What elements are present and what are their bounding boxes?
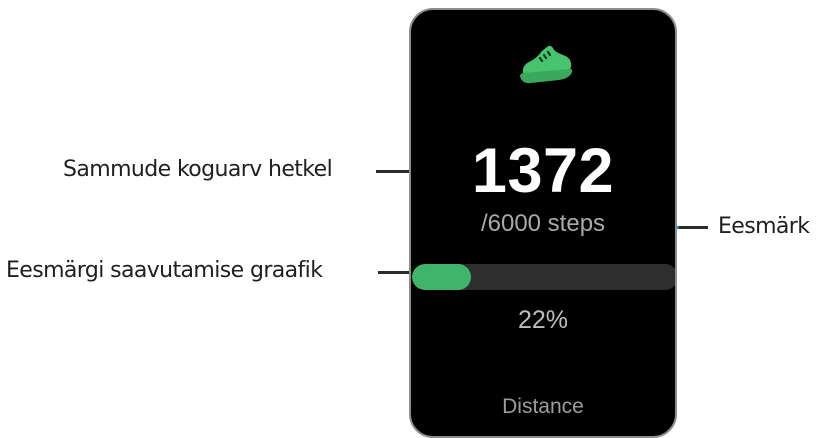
callout-label-goal: Eesmärk — [718, 214, 810, 239]
leader-line-current-dark — [376, 170, 410, 173]
callout-label-goal-graph: Eesmärgi saavutamise graafik — [6, 258, 323, 283]
goal-progress-fill — [412, 264, 471, 290]
progress-percent: 22% — [517, 306, 569, 334]
leader-line-graph-dark — [378, 271, 410, 274]
watch-screen[interactable]: 1372 /6000 steps 22% Distance — [409, 8, 677, 438]
callout-label-current-steps: Sammude koguarv hetkel — [63, 157, 333, 182]
leader-line-goal-dark — [678, 226, 708, 229]
shoe-icon — [520, 45, 573, 84]
current-steps-value: 1372 — [471, 136, 615, 206]
goal-steps-value: /6000 steps — [480, 210, 606, 237]
next-metric-label[interactable]: Distance — [411, 393, 675, 421]
goal-progress-bar — [412, 264, 675, 290]
